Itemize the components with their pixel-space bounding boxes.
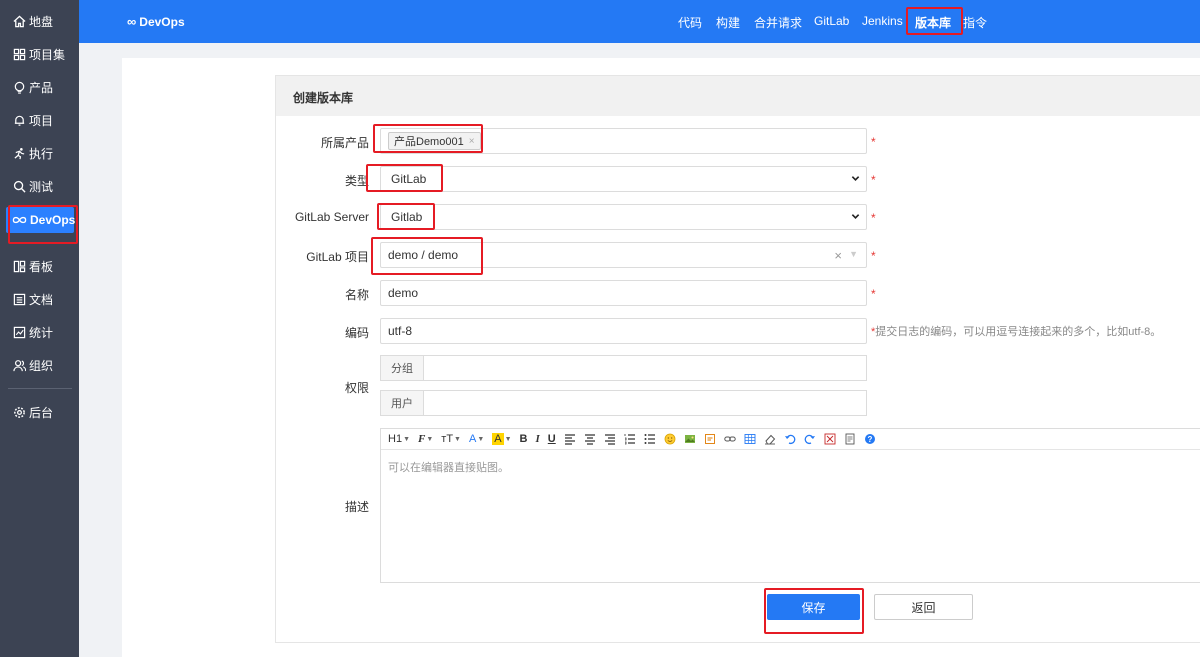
heading-button[interactable]: H1 ▼	[388, 432, 410, 446]
product-tag[interactable]: 产品Demo001 ×	[388, 132, 481, 150]
acl-group-input[interactable]: 分组	[380, 355, 867, 381]
nav-build[interactable]: 构建	[716, 14, 740, 31]
sidebar-item-home[interactable]: 地盘	[0, 8, 79, 34]
save-button[interactable]: 保存	[767, 594, 860, 620]
acl-user-addon: 用户	[381, 391, 424, 415]
ordered-list-icon[interactable]	[624, 432, 636, 446]
acl-user-input[interactable]: 用户	[380, 390, 867, 416]
nav-code[interactable]: 代码	[678, 14, 702, 31]
run-icon	[12, 146, 26, 160]
sidebar: 地盘 项目集 产品 项目 执行 测试 DevOps 看板 文档 统计 组织 后台	[0, 0, 79, 657]
name-input[interactable]: demo	[380, 280, 867, 306]
chevron-down-icon	[851, 214, 860, 219]
type-label: 类型	[344, 174, 369, 188]
desc-editor[interactable]: H1 ▼ F ▼ тT ▼ A ▼ A ▼ B I U ? 可以在编辑器直接贴图。	[380, 428, 1200, 583]
font-family-button[interactable]: F ▼	[418, 432, 433, 446]
bold-button[interactable]: B	[520, 432, 528, 446]
desc-label: 描述	[344, 500, 369, 514]
sidebar-item-test[interactable]: 测试	[0, 173, 79, 199]
back-button[interactable]: 返回	[874, 594, 973, 620]
clear-icon[interactable]: ×	[834, 248, 842, 263]
product-label: 所属产品	[320, 136, 369, 150]
undo-icon[interactable]	[784, 432, 796, 446]
underline-button[interactable]: U	[548, 432, 556, 446]
infinity-icon: ∞	[127, 14, 137, 29]
eraser-icon[interactable]	[764, 432, 776, 446]
search-icon	[12, 179, 26, 193]
caret-down-icon: ▼	[849, 249, 858, 259]
nav-repo[interactable]: 版本库	[915, 14, 951, 31]
bell-icon	[12, 113, 26, 127]
sidebar-item-project[interactable]: 项目	[0, 107, 79, 133]
align-center-icon[interactable]	[584, 432, 596, 446]
sidebar-item-program[interactable]: 项目集	[0, 41, 79, 67]
sidebar-item-devops[interactable]: DevOps	[6, 207, 75, 233]
home-icon	[12, 14, 26, 28]
project-select[interactable]: demo / demo × ▼	[380, 242, 867, 268]
sidebar-item-execution[interactable]: 执行	[0, 140, 79, 166]
nav-gitlab[interactable]: GitLab	[814, 14, 849, 28]
link-icon[interactable]	[724, 432, 736, 446]
editor-placeholder: 可以在编辑器直接贴图。	[388, 462, 509, 474]
required-mark: *	[871, 249, 876, 263]
top-header: ∞ DevOps 代码 构建 合并请求 GitLab Jenkins 版本库 指…	[79, 0, 1200, 43]
sidebar-item-stats[interactable]: 统计	[0, 319, 79, 345]
server-label: GitLab Server	[294, 210, 369, 224]
italic-button[interactable]: I	[536, 432, 540, 446]
name-label: 名称	[344, 288, 369, 302]
fullscreen-icon[interactable]	[824, 432, 836, 446]
sidebar-item-org[interactable]: 组织	[0, 352, 79, 378]
sidebar-item-doc[interactable]: 文档	[0, 286, 79, 312]
gear-icon	[12, 405, 26, 419]
file-icon[interactable]	[704, 432, 716, 446]
help-icon[interactable]: ?	[864, 432, 876, 446]
document-icon	[12, 292, 26, 306]
kanban-icon	[12, 259, 26, 273]
redo-icon[interactable]	[804, 432, 816, 446]
product-select[interactable]: 产品Demo001 ×	[380, 128, 867, 154]
bg-color-button[interactable]: A ▼	[492, 432, 512, 446]
template-icon[interactable]	[844, 432, 856, 446]
nav-instruction[interactable]: 指令	[963, 14, 987, 31]
panel-title: 创建版本库	[276, 76, 1200, 116]
table-icon[interactable]	[744, 432, 756, 446]
server-select[interactable]: Gitlab	[380, 204, 867, 230]
nav-jenkins[interactable]: Jenkins	[862, 14, 903, 28]
align-left-icon[interactable]	[564, 432, 576, 446]
required-mark: *	[871, 287, 876, 301]
remove-tag-icon[interactable]: ×	[469, 136, 475, 147]
font-size-button[interactable]: тT ▼	[441, 432, 461, 446]
lightbulb-icon	[12, 80, 26, 94]
acl-group-addon: 分组	[381, 356, 424, 380]
encoding-hint: *提交日志的编码，可以用逗号连接起来的多个，比如utf-8。	[871, 326, 1162, 338]
grid-icon	[12, 47, 26, 61]
unordered-list-icon[interactable]	[644, 432, 656, 446]
image-icon[interactable]	[684, 432, 696, 446]
emoji-icon[interactable]	[664, 432, 676, 446]
chevron-down-icon	[851, 176, 860, 181]
sidebar-item-admin[interactable]: 后台	[0, 399, 79, 425]
chart-icon	[12, 325, 26, 339]
encoding-label: 编码	[344, 326, 369, 340]
align-right-icon[interactable]	[604, 432, 616, 446]
project-label: GitLab 项目	[306, 250, 369, 264]
type-select[interactable]: GitLab	[380, 166, 867, 192]
sidebar-item-kanban[interactable]: 看板	[0, 253, 79, 279]
editor-toolbar: H1 ▼ F ▼ тT ▼ A ▼ A ▼ B I U ?	[381, 429, 1200, 450]
nav-merge-request[interactable]: 合并请求	[754, 14, 802, 31]
sidebar-divider	[8, 388, 72, 389]
people-icon	[12, 358, 26, 372]
required-mark: *	[871, 135, 876, 149]
infinity-icon	[12, 213, 27, 227]
svg-text:?: ?	[867, 435, 872, 444]
app-logo[interactable]: ∞ DevOps	[127, 14, 185, 29]
required-mark: *	[871, 173, 876, 187]
encoding-input[interactable]: utf-8	[380, 318, 867, 344]
font-color-button[interactable]: A ▼	[469, 432, 484, 446]
required-mark: *	[871, 211, 876, 225]
acl-label: 权限	[344, 381, 369, 395]
sidebar-item-product[interactable]: 产品	[0, 74, 79, 100]
